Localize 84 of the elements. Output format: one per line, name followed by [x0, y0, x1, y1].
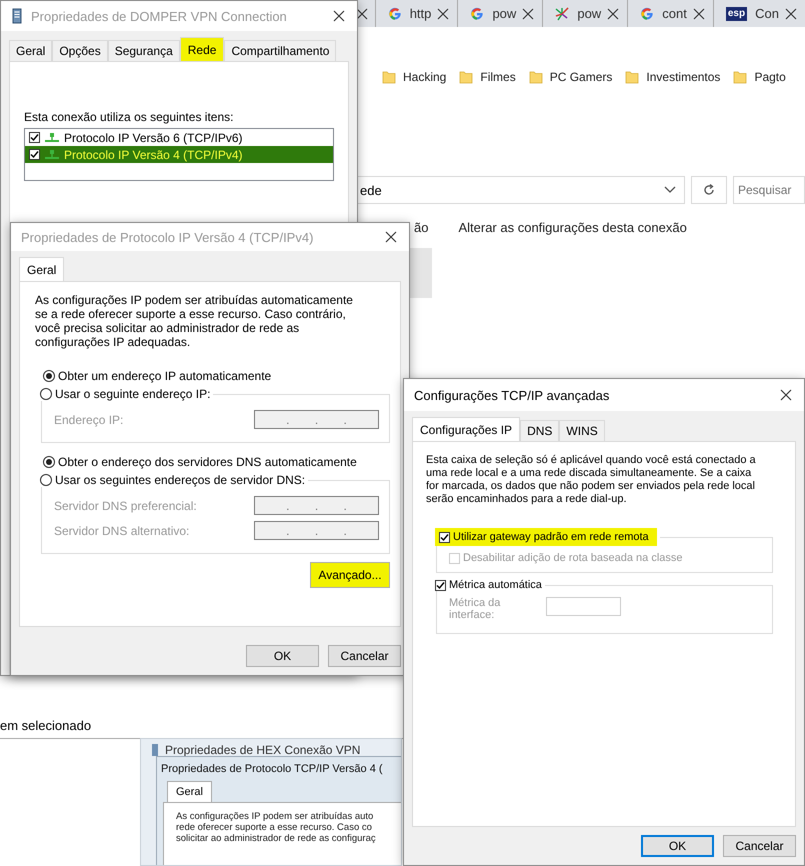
refresh-button[interactable]	[691, 176, 727, 204]
list-item[interactable]: Protocolo IP Versão 4 (TCP/IPv4)	[25, 146, 333, 163]
checkbox[interactable]	[435, 580, 446, 590]
list-caption: Esta conexão utiliza os seguintes itens:	[23, 110, 234, 126]
window-title: Configurações TCP/IP avançadas	[414, 388, 610, 402]
folder-icon	[528, 70, 543, 84]
radio-label: Obter um endereço IP automaticamente	[58, 369, 272, 383]
search-field[interactable]: Pesquisar	[733, 176, 805, 204]
server-icon	[151, 744, 159, 756]
checkbox-label: Desabilitar adição de rota baseada na classe	[463, 552, 683, 564]
dialog-button[interactable]: Cancelar	[328, 645, 401, 667]
folder-icon	[459, 70, 474, 84]
radio-label: Obter o endereço dos servidores DNS automaticamente	[58, 455, 357, 469]
window-title: Propriedades de Protocolo TCP/IP Versão 4 (	[160, 762, 384, 777]
burst-icon	[555, 6, 570, 20]
bookmark[interactable]: PC Gamers	[528, 70, 612, 84]
server-icon	[11, 8, 23, 24]
tab[interactable]: Rede	[180, 37, 224, 62]
radio-button[interactable]	[40, 474, 52, 486]
checkbox-label: Métrica automática	[449, 579, 542, 591]
tab[interactable]: Geral	[167, 781, 212, 802]
checkbox[interactable]	[29, 132, 40, 143]
checkbox-label: Utilizar gateway padrão em rede remota	[453, 531, 649, 543]
tab-close-icon[interactable]	[607, 8, 620, 20]
field-label: Servidor DNS preferencial:	[54, 498, 197, 512]
command-link[interactable]: ão	[414, 220, 428, 234]
dialog-button[interactable]: OK	[246, 645, 319, 667]
tab-close-icon[interactable]	[437, 8, 450, 20]
advanced-button[interactable]: Avançado...	[310, 562, 390, 588]
tab[interactable]: DNS	[520, 420, 560, 441]
logo-icon: esp	[726, 6, 748, 20]
logo-icon	[640, 6, 654, 20]
folder-icon	[733, 70, 748, 84]
address-text: ede	[360, 182, 382, 198]
bookmark[interactable]: Hacking	[382, 70, 446, 84]
dialog-button[interactable]: OK	[641, 835, 714, 857]
checkbox[interactable]	[29, 149, 40, 160]
tab-close-icon[interactable]	[692, 8, 705, 20]
chevron-down-icon[interactable]	[664, 186, 676, 194]
window-title: Propriedades de HEX Conexão VPN	[165, 743, 360, 757]
tab[interactable]: WINS	[559, 420, 605, 441]
status-text: em selecionado	[0, 718, 92, 732]
window-title: Propriedades de DOMPER VPN Connection	[31, 8, 288, 24]
tab[interactable]: Compartilhamento	[224, 40, 336, 61]
radio-button[interactable]	[43, 456, 55, 468]
close-icon[interactable]	[385, 231, 397, 243]
network-icon	[44, 132, 60, 144]
address-bar[interactable]: ede	[355, 176, 685, 204]
folder-icon	[382, 70, 396, 84]
radio-button[interactable]	[40, 388, 52, 400]
bookmark[interactable]: Pagto	[733, 70, 786, 84]
close-icon[interactable]	[780, 389, 792, 401]
tab[interactable]: Segurança	[108, 40, 180, 61]
tab-close-icon[interactable]	[784, 8, 797, 20]
tab[interactable]: Geral	[9, 40, 52, 61]
description-text: Esta caixa de seleção só é aplicável quando você está conectado a uma rede local e a uma rede discada simultaneamente. Se a caixa for marcada, os dados que não podem ser enviados pela rede local serão encaminhados para a rede dial-up.	[426, 454, 756, 506]
window-title: Propriedades de Protocolo IP Versão 4 (TCP/IPv4)	[21, 230, 314, 244]
list-item[interactable]: Protocolo IP Versão 6 (TCP/IPv6)	[25, 129, 333, 146]
field-label: Métrica da interface:	[449, 597, 502, 621]
radio-label: Usar o seguinte endereço IP:	[55, 387, 210, 401]
refresh-icon[interactable]	[702, 183, 716, 197]
logo-icon	[470, 6, 484, 20]
command-link[interactable]: Alterar as configurações desta conexão	[458, 220, 687, 234]
tab[interactable]: Geral	[19, 257, 64, 282]
close-icon[interactable]	[333, 10, 345, 22]
network-icon	[44, 148, 60, 160]
field-label: Endereço IP:	[54, 412, 124, 426]
description-line: As configurações IP podem ser atribuídas auto	[176, 811, 374, 822]
tab[interactable]: Configurações IP	[412, 417, 520, 442]
tab[interactable]: Opções	[52, 40, 108, 61]
logo-icon	[388, 6, 402, 20]
tab-close-icon[interactable]	[522, 8, 534, 20]
bookmark[interactable]: Filmes	[459, 70, 516, 84]
description-text: As configurações IP podem ser atribuídas automaticamente se a rede oferecer suporte a esse recurso. Caso contrário, você precisa solicitar ao administrador de rede as configurações IP adequadas.	[35, 293, 354, 349]
radio-label: Usar os seguintes endereços de servidor DNS:	[55, 473, 306, 487]
field-label: Servidor DNS alternativo:	[54, 524, 190, 538]
folder-icon	[625, 70, 640, 84]
dialog-button[interactable]: Cancelar	[723, 835, 796, 857]
description-line: solicitar ao administrador de rede as configuraç	[176, 833, 377, 844]
radio-button[interactable]	[43, 370, 55, 382]
checkbox[interactable]	[439, 532, 450, 542]
description-line: rede oferecer suporte a esse recurso. Caso co	[176, 822, 373, 833]
bookmark[interactable]: Investimentos	[625, 70, 720, 84]
tab-close-icon[interactable]	[356, 8, 368, 20]
